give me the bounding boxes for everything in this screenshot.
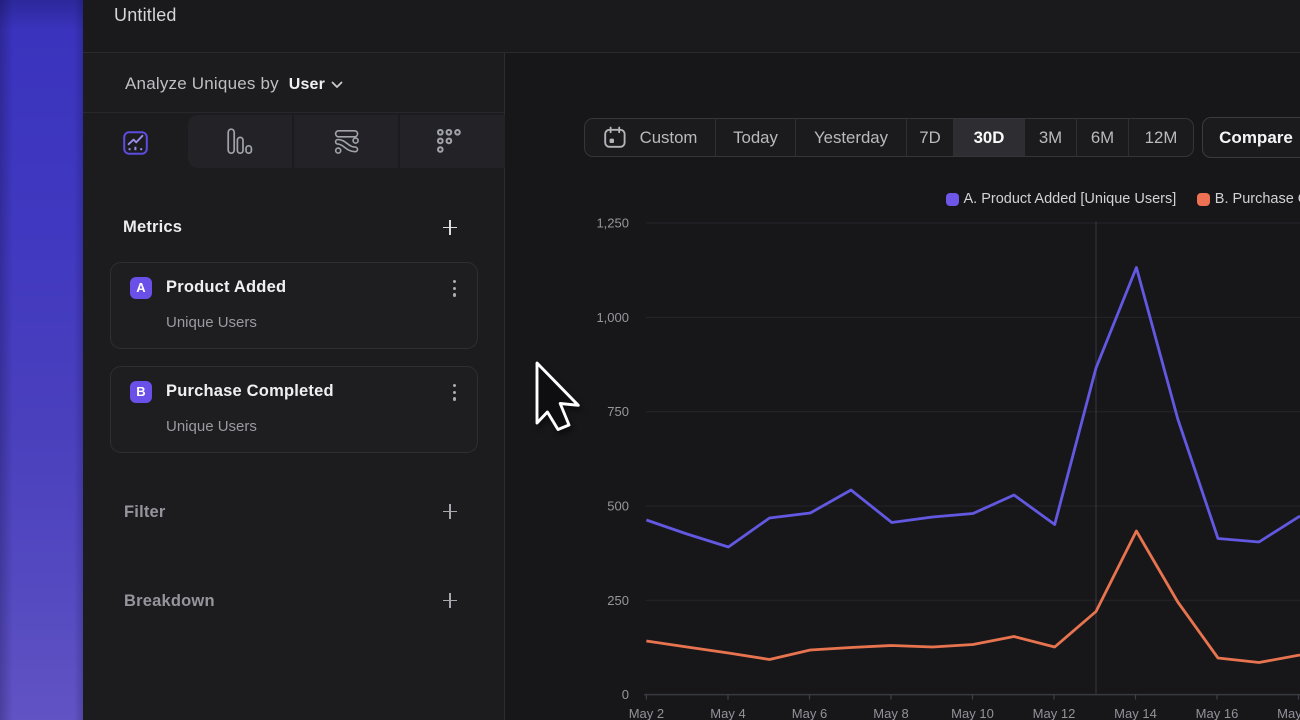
svg-text:May 18: May 18 — [1277, 706, 1300, 720]
svg-text:May 14: May 14 — [1114, 706, 1157, 720]
svg-text:0: 0 — [622, 687, 629, 702]
svg-text:May 10: May 10 — [951, 706, 994, 720]
svg-text:250: 250 — [607, 593, 629, 608]
svg-text:1,250: 1,250 — [596, 215, 629, 230]
svg-text:May 16: May 16 — [1196, 706, 1239, 720]
svg-text:May 4: May 4 — [710, 706, 745, 720]
svg-text:May 2: May 2 — [629, 706, 664, 720]
svg-text:May 8: May 8 — [873, 706, 908, 720]
svg-text:1,000: 1,000 — [596, 310, 629, 325]
svg-text:500: 500 — [607, 499, 629, 514]
svg-text:750: 750 — [607, 404, 629, 419]
svg-text:May 12: May 12 — [1033, 706, 1076, 720]
svg-text:May 6: May 6 — [792, 706, 827, 720]
